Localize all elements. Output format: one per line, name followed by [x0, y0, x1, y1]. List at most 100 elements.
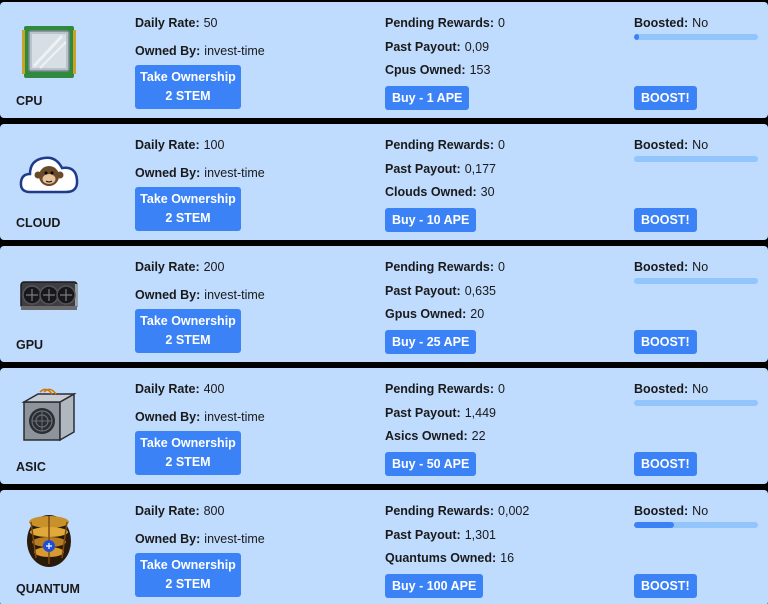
buy-button[interactable]: Buy - 25 APE — [385, 330, 477, 354]
take-ownership-label: Take Ownership — [140, 558, 236, 572]
take-ownership-button[interactable]: Take Ownership 2 STEM — [135, 65, 241, 109]
daily-rate: Daily Rate: 200 — [135, 260, 224, 274]
take-ownership-button[interactable]: Take Ownership 2 STEM — [135, 187, 241, 231]
daily-rate: Daily Rate: 800 — [135, 504, 224, 518]
pending-rewards-value: 0 — [498, 138, 505, 152]
cpu-chip-icon — [18, 22, 80, 82]
pending-rewards: Pending Rewards: 0 — [385, 260, 505, 274]
owned-by-label: Owned By: — [135, 410, 201, 424]
owned-by-label: Owned By: — [135, 166, 201, 180]
past-payout: Past Payout: 1,449 — [385, 406, 496, 420]
boosted-status: Boosted: No — [634, 16, 708, 30]
item-name: GPU — [16, 338, 44, 352]
owned-by-label: Owned By: — [135, 288, 201, 302]
boosted-label: Boosted: — [634, 16, 689, 30]
owned-count-label: Gpus Owned: — [385, 307, 467, 321]
item-card-gpu: GPU Daily Rate: 200 Owned By: invest-time … — [0, 246, 768, 362]
boost-button[interactable]: BOOST! — [634, 452, 697, 476]
item-card-asic: ASIC Daily Rate: 400 Owned By: invest-time… — [0, 368, 768, 484]
past-payout-value: 0,177 — [464, 162, 496, 176]
buy-button[interactable]: Buy - 100 APE — [385, 574, 484, 598]
pending-rewards-value: 0 — [498, 382, 505, 396]
boost-progress-fill — [634, 522, 674, 528]
boost-progress-bar — [634, 522, 758, 528]
daily-rate: Daily Rate: 400 — [135, 382, 224, 396]
item-card-cloud: CLOUD Daily Rate: 100 Owned By: invest-tim… — [0, 124, 768, 240]
take-ownership-button[interactable]: Take Ownership 2 STEM — [135, 431, 241, 475]
boosted-value: No — [692, 138, 709, 152]
owned-count: Quantums Owned: 16 — [385, 551, 514, 565]
take-ownership-label: Take Ownership — [140, 436, 236, 450]
boost-button[interactable]: BOOST! — [634, 574, 697, 598]
owned-count-value: 22 — [471, 429, 486, 443]
item-card-cpu: CPU Daily Rate: 50 Owned By: invest-time T… — [0, 2, 768, 118]
boost-button[interactable]: BOOST! — [634, 208, 697, 232]
daily-rate-value: 200 — [203, 260, 225, 274]
boosted-label: Boosted: — [634, 382, 689, 396]
boosted-value: No — [692, 260, 709, 274]
take-ownership-label: Take Ownership — [140, 70, 236, 84]
boosted-value: No — [692, 16, 709, 30]
pending-rewards-value: 0 — [498, 16, 505, 30]
past-payout: Past Payout: 0,635 — [385, 284, 496, 298]
take-ownership-button[interactable]: Take Ownership 2 STEM — [135, 309, 241, 353]
mining-items-list: CPU Daily Rate: 50 Owned By: invest-time T… — [0, 0, 768, 604]
owned-by-value: invest-time — [204, 288, 265, 302]
owned-by: Owned By: invest-time — [135, 288, 265, 302]
owned-by-value: invest-time — [204, 410, 265, 424]
owned-count: Gpus Owned: 20 — [385, 307, 484, 321]
daily-rate-value: 400 — [203, 382, 225, 396]
boost-progress-bar — [634, 34, 758, 40]
owned-count-label: Clouds Owned: — [385, 185, 477, 199]
owned-by: Owned By: invest-time — [135, 166, 265, 180]
owned-by-value: invest-time — [204, 44, 265, 58]
owned-count-value: 20 — [470, 307, 485, 321]
take-ownership-cost: 2 STEM — [165, 89, 211, 103]
owned-by-label: Owned By: — [135, 44, 201, 58]
owned-count-value: 16 — [500, 551, 515, 565]
past-payout-value: 0,635 — [464, 284, 496, 298]
past-payout-label: Past Payout: — [385, 406, 461, 420]
boosted-label: Boosted: — [634, 260, 689, 274]
take-ownership-cost: 2 STEM — [165, 211, 211, 225]
owned-by-value: invest-time — [204, 166, 265, 180]
past-payout-label: Past Payout: — [385, 40, 461, 54]
owned-count-value: 153 — [469, 63, 491, 77]
boosted-label: Boosted: — [634, 138, 689, 152]
quantum-computer-icon — [18, 510, 80, 570]
boosted-status: Boosted: No — [634, 138, 708, 152]
past-payout-value: 1,301 — [464, 528, 496, 542]
boost-progress-bar — [634, 400, 758, 406]
boost-progress-fill — [634, 34, 639, 40]
take-ownership-label: Take Ownership — [140, 192, 236, 206]
item-name: ASIC — [16, 460, 46, 474]
boosted-status: Boosted: No — [634, 260, 708, 274]
buy-button[interactable]: Buy - 1 APE — [385, 86, 470, 110]
owned-count: Cpus Owned: 153 — [385, 63, 490, 77]
cloud-monkey-icon — [18, 144, 80, 204]
boost-button[interactable]: BOOST! — [634, 330, 697, 354]
daily-rate-value: 800 — [203, 504, 225, 518]
item-name: CLOUD — [16, 216, 61, 230]
owned-count-label: Quantums Owned: — [385, 551, 497, 565]
past-payout-value: 1,449 — [464, 406, 496, 420]
daily-rate-label: Daily Rate: — [135, 504, 200, 518]
pending-rewards: Pending Rewards: 0,002 — [385, 504, 529, 518]
item-card-quantum: QUANTUM Daily Rate: 800 Owned By: invest-t… — [0, 490, 768, 604]
owned-by: Owned By: invest-time — [135, 44, 265, 58]
past-payout-value: 0,09 — [464, 40, 490, 54]
owned-count-value: 30 — [480, 185, 495, 199]
buy-button[interactable]: Buy - 10 APE — [385, 208, 477, 232]
past-payout-label: Past Payout: — [385, 284, 461, 298]
daily-rate: Daily Rate: 100 — [135, 138, 224, 152]
buy-button[interactable]: Buy - 50 APE — [385, 452, 477, 476]
daily-rate-label: Daily Rate: — [135, 16, 200, 30]
boost-button[interactable]: BOOST! — [634, 86, 697, 110]
owned-count-label: Asics Owned: — [385, 429, 468, 443]
owned-by-value: invest-time — [204, 532, 265, 546]
item-name: CPU — [16, 94, 43, 108]
daily-rate-label: Daily Rate: — [135, 138, 200, 152]
pending-rewards-label: Pending Rewards: — [385, 138, 495, 152]
past-payout: Past Payout: 0,09 — [385, 40, 489, 54]
take-ownership-button[interactable]: Take Ownership 2 STEM — [135, 553, 241, 597]
